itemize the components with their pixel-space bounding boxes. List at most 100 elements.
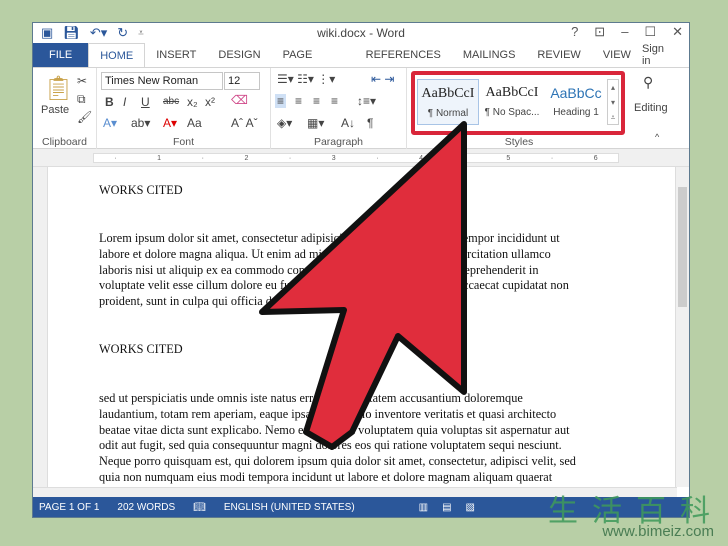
underline-button[interactable]: U bbox=[141, 95, 150, 109]
text-line: Lorem ipsum dolor sit amet, consectetur … bbox=[99, 231, 560, 245]
bold-button[interactable]: B bbox=[105, 95, 114, 109]
language[interactable]: ENGLISH (UNITED STATES) bbox=[224, 502, 355, 513]
shading-icon[interactable]: ◈▾ bbox=[277, 116, 292, 130]
help-button[interactable]: ? bbox=[571, 24, 578, 40]
style-preview: AaBbCcI bbox=[485, 85, 539, 100]
editing-button[interactable]: Editing bbox=[634, 102, 668, 114]
tab-home[interactable]: HOME bbox=[88, 43, 146, 67]
borders-icon[interactable]: ▦▾ bbox=[307, 116, 324, 130]
customize-qat-icon[interactable]: ⩡ bbox=[138, 28, 144, 39]
align-right-icon[interactable]: ≡ bbox=[313, 94, 320, 108]
undo-icon[interactable]: ↶▾ bbox=[90, 25, 107, 41]
maximize-icon[interactable]: ☐ bbox=[644, 24, 656, 40]
line-spacing-icon[interactable]: ↕≡▾ bbox=[357, 94, 376, 108]
font-group: Times New Roman 12 B I U abc x₂ x² ⌫ A▾ … bbox=[97, 68, 271, 150]
tab-review[interactable]: REVIEW bbox=[526, 43, 591, 67]
text-line: sed ut perspiciatis unde omnis iste natu… bbox=[99, 391, 523, 405]
tab-design[interactable]: DESIGN bbox=[207, 43, 271, 67]
highlight-icon[interactable]: ab▾ bbox=[131, 116, 150, 130]
ribbon: 📋︎ Paste ✂ ⧉ 🖌︎ Clipboard Times New Roma… bbox=[33, 67, 689, 150]
tab-insert[interactable]: INSERT bbox=[145, 43, 207, 67]
tab-page-layout[interactable]: PAGE LAYOUT bbox=[272, 43, 355, 85]
ribbon-tabs: FILE HOME INSERT DESIGN PAGE LAYOUT REFE… bbox=[33, 43, 689, 85]
collapse-ribbon-icon[interactable]: ^ bbox=[655, 132, 659, 142]
watermark-url: www.bimeiz.com bbox=[602, 523, 714, 540]
font-size-select[interactable]: 12 bbox=[224, 72, 260, 90]
paste-button[interactable]: Paste bbox=[41, 104, 69, 116]
editing-group: ⚲ Editing ^ bbox=[631, 68, 677, 150]
tab-mailings[interactable]: MAILINGS bbox=[452, 43, 527, 67]
text-line: Neque porro quisquam est, qui dolorem ip… bbox=[99, 454, 576, 469]
copy-icon[interactable]: ⧉ bbox=[77, 92, 86, 107]
align-center-icon[interactable]: ≡ bbox=[295, 94, 302, 108]
styles-label: Styles bbox=[504, 136, 534, 148]
paragraph-group: ☰▾ ☷▾ ⋮▾ ⇤ ⇥ ≡ ≡ ≡ ≡ ↕≡▾ ◈▾ ▦▾ A↓ ¶ Para… bbox=[271, 68, 407, 150]
text-line: beatae vitae dicta sunt explicabo. Nemo … bbox=[99, 422, 570, 437]
superscript-button[interactable]: x² bbox=[205, 95, 215, 109]
tab-references[interactable]: REFERENCES bbox=[355, 43, 452, 67]
paragraph-label: Paragraph bbox=[313, 136, 364, 148]
style-name: Heading 1 bbox=[553, 107, 599, 118]
strikethrough-button[interactable]: abc bbox=[163, 96, 179, 107]
italic-button[interactable]: I bbox=[123, 95, 126, 109]
grow-shrink-font-icon[interactable]: Aˆ Aˇ bbox=[231, 116, 258, 130]
scroll-thumb[interactable] bbox=[678, 187, 687, 307]
vertical-ruler[interactable] bbox=[33, 167, 48, 487]
cut-icon[interactable]: ✂ bbox=[77, 74, 87, 88]
sort-icon[interactable]: A↓ bbox=[341, 116, 355, 130]
font-name-select[interactable]: Times New Roman bbox=[101, 72, 223, 90]
styles-gallery-highlight: AaBbCcI ¶ Normal AaBbCcI ¶ No Spac... Aa… bbox=[411, 71, 625, 135]
ribbon-display-icon[interactable]: ⊡ bbox=[594, 24, 605, 40]
tab-view[interactable]: VIEW bbox=[592, 43, 642, 67]
clipboard-label: Clipboard bbox=[42, 136, 87, 148]
font-color-icon[interactable]: A▾ bbox=[163, 116, 177, 130]
word-count[interactable]: 202 WORDS bbox=[117, 502, 175, 513]
heading-works-cited: WORKS CITED bbox=[99, 183, 183, 197]
format-painter-icon[interactable]: 🖌︎ bbox=[77, 110, 92, 124]
close-icon[interactable]: ✕ bbox=[672, 24, 683, 40]
document-page[interactable]: WORKS CITED Lorem ipsum dolor sit amet, … bbox=[49, 167, 676, 487]
title-bar: ▣ 💾︎ ↶▾ ↻ ⩡ wiki.docx - Word ? ⊡ – ☐ ✕ bbox=[33, 23, 689, 43]
text-line: quia non numquam eius modi tempora incid… bbox=[99, 470, 553, 484]
text-line: voluptate velit esse cillum dolore eu fu… bbox=[99, 278, 569, 293]
page-count[interactable]: PAGE 1 OF 1 bbox=[39, 502, 99, 513]
style-preview: AaBbCc bbox=[550, 85, 602, 101]
show-formatting-button[interactable]: ¶ bbox=[367, 116, 373, 130]
subscript-button[interactable]: x₂ bbox=[187, 95, 198, 109]
indent-icon[interactable]: ⇤ ⇥ bbox=[371, 72, 394, 86]
text-line: labore et dolore magna aliqua. Ut enim a… bbox=[99, 246, 551, 261]
styles-scroll[interactable]: ▴ ▾ ⩡ bbox=[607, 79, 619, 125]
word-window: ▣ 💾︎ ↶▾ ↻ ⩡ wiki.docx - Word ? ⊡ – ☐ ✕ F… bbox=[32, 22, 690, 518]
heading-works-cited: WORKS CITED bbox=[99, 342, 183, 356]
style-name: ¶ No Spac... bbox=[484, 107, 540, 118]
horizontal-ruler[interactable]: · 1 · 2 · 3 · 4 · 5 · 6 bbox=[33, 149, 689, 167]
change-case-button[interactable]: Aa bbox=[187, 116, 202, 130]
style-no-spacing[interactable]: AaBbCcI ¶ No Spac... bbox=[481, 79, 543, 125]
style-name: ¶ Normal bbox=[427, 108, 469, 119]
tab-file[interactable]: FILE bbox=[33, 43, 89, 67]
save-icon[interactable]: 💾︎ bbox=[63, 25, 80, 41]
clear-formatting-icon[interactable]: ⌫ bbox=[231, 93, 248, 107]
text-effects-icon[interactable]: A▾ bbox=[103, 116, 117, 130]
text-line: proident, sunt in culpa qui officia dese… bbox=[99, 294, 445, 309]
text-line: laudantium, totam rem aperiam, eaque ips… bbox=[99, 406, 557, 421]
style-normal[interactable]: AaBbCcI ¶ Normal bbox=[417, 79, 479, 125]
paste-icon[interactable]: 📋︎ bbox=[43, 74, 73, 103]
word-logo-icon: ▣ bbox=[41, 25, 54, 40]
text-line: odit aut fugit, sed quia consequuntur ma… bbox=[99, 438, 562, 453]
bullets-icon[interactable]: ☰▾ ☷▾ ⋮▾ bbox=[277, 72, 335, 86]
proofing-icon[interactable]: 📖︎ bbox=[193, 502, 206, 513]
redo-icon[interactable]: ↻ bbox=[117, 25, 128, 41]
clipboard-group: 📋︎ Paste ✂ ⧉ 🖌︎ Clipboard bbox=[33, 68, 97, 150]
view-buttons-icon[interactable]: ▥▤▧ bbox=[419, 502, 489, 513]
minimize-icon[interactable]: – bbox=[621, 24, 628, 40]
sign-in-link[interactable]: Sign in bbox=[642, 43, 669, 67]
watermark: 生活百科 www.bimeiz.com bbox=[528, 486, 728, 546]
justify-icon[interactable]: ≡ bbox=[331, 94, 338, 108]
vertical-scrollbar[interactable] bbox=[675, 167, 689, 487]
font-label: Font bbox=[172, 136, 194, 148]
align-left-icon[interactable]: ≡ bbox=[275, 94, 287, 108]
style-preview: AaBbCcI bbox=[421, 86, 475, 101]
binoculars-icon[interactable]: ⚲ bbox=[643, 74, 653, 91]
style-heading-1[interactable]: AaBbCc Heading 1 bbox=[545, 79, 607, 125]
